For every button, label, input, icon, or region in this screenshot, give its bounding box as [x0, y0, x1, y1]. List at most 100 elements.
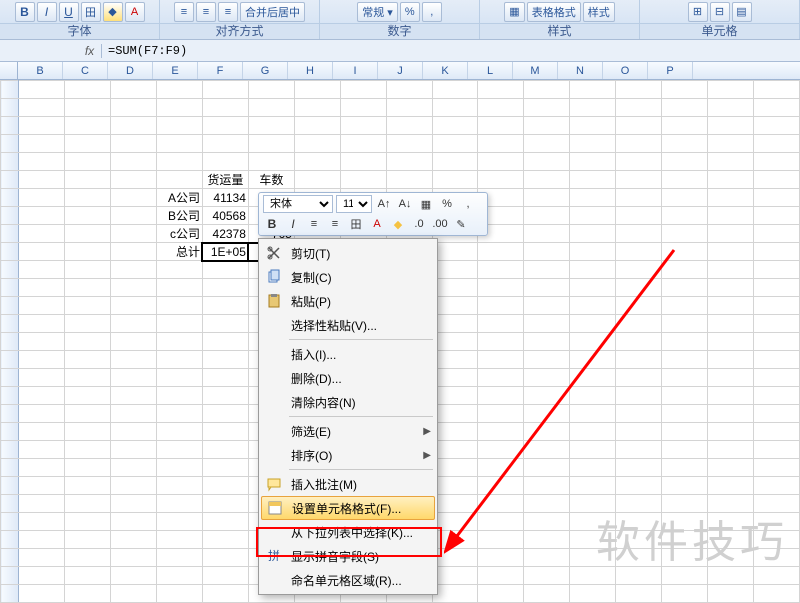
cell[interactable]: [65, 315, 111, 333]
cell[interactable]: [386, 81, 432, 99]
cell[interactable]: [157, 477, 203, 495]
cell[interactable]: [111, 189, 157, 207]
cell[interactable]: [524, 207, 570, 225]
cell[interactable]: [294, 81, 340, 99]
delete-cell-button[interactable]: ⊟: [710, 2, 730, 22]
mini-align-icon[interactable]: ≡: [305, 215, 323, 233]
ctx-清除内容N[interactable]: 清除内容(N): [261, 390, 435, 414]
cell[interactable]: [157, 81, 203, 99]
cell[interactable]: [65, 441, 111, 459]
cell[interactable]: [157, 171, 203, 189]
row-header[interactable]: [1, 351, 19, 369]
cell[interactable]: [157, 441, 203, 459]
row-header[interactable]: [1, 477, 19, 495]
cell[interactable]: [19, 459, 65, 477]
cell[interactable]: [157, 315, 203, 333]
cell[interactable]: [432, 243, 478, 261]
cell[interactable]: [753, 387, 799, 405]
cell[interactable]: 41134: [202, 189, 248, 207]
cell[interactable]: [662, 225, 708, 243]
cell[interactable]: [478, 99, 524, 117]
cell[interactable]: [478, 117, 524, 135]
row-header[interactable]: [1, 243, 19, 261]
cell[interactable]: [662, 99, 708, 117]
cell[interactable]: [111, 207, 157, 225]
cell[interactable]: [478, 477, 524, 495]
cell[interactable]: [478, 153, 524, 171]
cell[interactable]: [524, 405, 570, 423]
cell[interactable]: [524, 441, 570, 459]
cell[interactable]: [662, 261, 708, 279]
cell[interactable]: [432, 351, 478, 369]
cell[interactable]: [707, 135, 753, 153]
cell[interactable]: [707, 261, 753, 279]
cell[interactable]: [432, 369, 478, 387]
cell[interactable]: [19, 369, 65, 387]
fx-icon[interactable]: fx: [78, 44, 102, 58]
cell[interactable]: [294, 171, 340, 189]
format-cell-button[interactable]: ▤: [732, 2, 752, 22]
cell[interactable]: [202, 513, 248, 531]
cell[interactable]: [753, 297, 799, 315]
cell[interactable]: [157, 135, 203, 153]
cell[interactable]: [111, 513, 157, 531]
cell[interactable]: 总计: [157, 243, 203, 261]
cell[interactable]: [662, 423, 708, 441]
cell[interactable]: [65, 243, 111, 261]
cell[interactable]: [524, 117, 570, 135]
cell[interactable]: [157, 351, 203, 369]
cell[interactable]: [65, 297, 111, 315]
col-header-N[interactable]: N: [558, 62, 603, 79]
cell[interactable]: [570, 207, 616, 225]
cell[interactable]: [616, 171, 662, 189]
cell[interactable]: [570, 279, 616, 297]
cell[interactable]: [19, 261, 65, 279]
cell[interactable]: [19, 441, 65, 459]
comma-button[interactable]: ,: [422, 2, 442, 22]
cell[interactable]: [294, 117, 340, 135]
row-header[interactable]: [1, 459, 19, 477]
cell[interactable]: [707, 549, 753, 567]
cell[interactable]: [19, 207, 65, 225]
cell[interactable]: [432, 117, 478, 135]
cell[interactable]: [340, 99, 386, 117]
cell[interactable]: [432, 495, 478, 513]
cell[interactable]: [19, 81, 65, 99]
cell[interactable]: [570, 117, 616, 135]
cell[interactable]: [753, 225, 799, 243]
cell[interactable]: [111, 423, 157, 441]
cell[interactable]: [707, 153, 753, 171]
cell[interactable]: [65, 135, 111, 153]
cell[interactable]: [662, 207, 708, 225]
cell[interactable]: [157, 99, 203, 117]
ctx-显示拼音字段[interactable]: 拼显示拼音字段(S): [261, 544, 435, 568]
cell[interactable]: [707, 333, 753, 351]
cell[interactable]: [65, 225, 111, 243]
cell[interactable]: [19, 351, 65, 369]
cell[interactable]: [662, 279, 708, 297]
cell[interactable]: [432, 315, 478, 333]
cell[interactable]: [616, 243, 662, 261]
cell[interactable]: [616, 351, 662, 369]
cell[interactable]: [707, 531, 753, 549]
grow-font-icon[interactable]: A↑: [375, 195, 393, 213]
cell[interactable]: [65, 153, 111, 171]
cell[interactable]: [111, 567, 157, 585]
cell[interactable]: [753, 531, 799, 549]
cell[interactable]: A公司: [157, 189, 203, 207]
cell[interactable]: [432, 531, 478, 549]
cell[interactable]: [707, 369, 753, 387]
cell[interactable]: [616, 333, 662, 351]
row-header[interactable]: [1, 441, 19, 459]
cell[interactable]: [111, 315, 157, 333]
cell[interactable]: [111, 171, 157, 189]
col-header-E[interactable]: E: [153, 62, 198, 79]
cell[interactable]: [707, 189, 753, 207]
col-header-K[interactable]: K: [423, 62, 468, 79]
cell[interactable]: [753, 99, 799, 117]
cell[interactable]: [65, 477, 111, 495]
cell[interactable]: [478, 387, 524, 405]
cell[interactable]: [753, 441, 799, 459]
cell[interactable]: [65, 99, 111, 117]
cell[interactable]: [202, 117, 248, 135]
